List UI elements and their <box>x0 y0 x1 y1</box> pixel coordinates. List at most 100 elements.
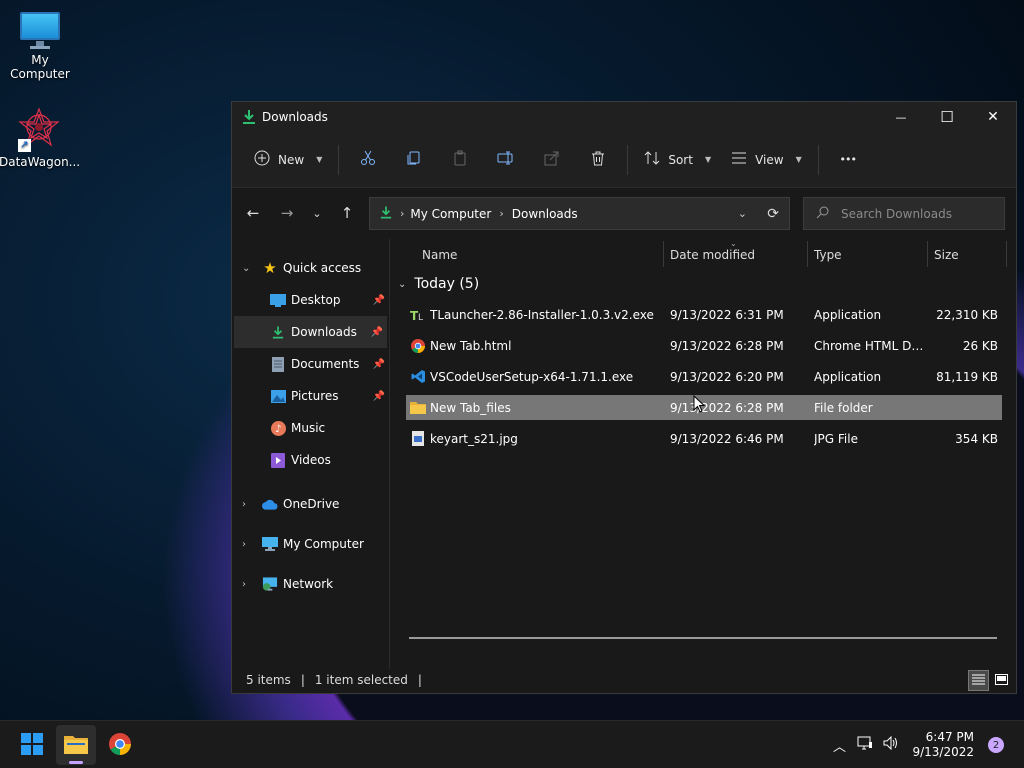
column-header-date[interactable]: Date modified <box>670 248 755 262</box>
windows-logo-icon <box>21 732 43 758</box>
maximize-button[interactable]: ☐ <box>924 102 970 132</box>
up-button[interactable]: ↑ <box>332 198 362 228</box>
taskbar-chrome[interactable] <box>100 725 140 765</box>
sidebar-item-label: OneDrive <box>283 497 340 511</box>
sidebar-item-music[interactable]: ♪ Music <box>232 412 389 444</box>
column-divider[interactable] <box>1006 241 1007 267</box>
sidebar-item-my-computer[interactable]: › My Computer <box>232 524 389 564</box>
sidebar-item-network[interactable]: › Network <box>232 564 389 604</box>
group-label: Today (5) <box>414 276 480 292</box>
chevron-down-icon: ⌄ <box>312 206 322 220</box>
column-header-type[interactable]: Type <box>814 248 842 262</box>
desktop-icon-datawagon[interactable]: ↗ DataWagon... <box>0 106 80 169</box>
status-divider: | <box>417 673 422 687</box>
search-box[interactable] <box>803 197 1005 230</box>
desktop-icon-label: My Computer <box>10 53 70 81</box>
clock[interactable]: 6:47 PM 9/13/2022 <box>912 730 974 760</box>
back-button[interactable]: ← <box>238 198 268 228</box>
paste-button[interactable] <box>437 142 483 178</box>
address-dropdown-button[interactable]: ⌄ <box>738 207 747 220</box>
view-list-icon <box>731 151 747 168</box>
new-button[interactable]: New ▼ <box>244 142 332 178</box>
notification-badge[interactable]: 2 <box>988 737 1004 753</box>
download-icon <box>242 109 256 125</box>
music-icon: ♪ <box>270 420 286 436</box>
network-status-button[interactable] <box>852 730 878 760</box>
cloud-icon <box>262 496 278 512</box>
column-header-name[interactable]: Name <box>422 248 457 262</box>
pictures-icon <box>270 388 286 404</box>
rename-button[interactable] <box>483 142 529 178</box>
file-type: Chrome HTML Do... <box>814 338 924 353</box>
navigation-row: ← → ⌄ ↑ › My Computer › Downloads ⌄ ⟳ <box>232 188 1016 238</box>
close-button[interactable]: ✕ <box>970 102 1016 132</box>
file-row[interactable]: New Tab.html 9/13/2022 6:28 PM Chrome HT… <box>406 333 1002 358</box>
view-label: View <box>755 152 784 167</box>
sidebar-item-desktop[interactable]: Desktop 📌 <box>232 284 389 316</box>
tiles-view-icon <box>995 673 1008 688</box>
minimize-icon: — <box>895 110 907 124</box>
toolbar-divider <box>627 144 629 175</box>
search-input[interactable] <box>841 206 991 221</box>
refresh-button[interactable]: ⟳ <box>767 206 779 222</box>
sidebar-item-onedrive[interactable]: › OneDrive <box>232 484 389 524</box>
sort-button[interactable]: Sort ▼ <box>634 142 721 178</box>
file-size: 26 KB <box>962 338 998 353</box>
svg-text:♪: ♪ <box>275 424 281 435</box>
file-size: 22,310 KB <box>936 307 998 322</box>
search-icon <box>816 206 829 222</box>
volume-button[interactable] <box>878 730 904 760</box>
file-row[interactable]: TL TLauncher-2.86-Installer-1.0.3.v2.exe… <box>406 302 1002 327</box>
speaker-icon <box>883 735 899 754</box>
details-view-button[interactable] <box>968 670 989 691</box>
column-divider[interactable] <box>663 241 664 267</box>
sidebar-item-label: Quick access <box>283 261 362 275</box>
view-button[interactable]: View ▼ <box>721 142 812 178</box>
computer-icon <box>262 536 278 552</box>
sidebar-item-downloads[interactable]: Downloads 📌 <box>234 316 387 348</box>
horizontal-scrollbar[interactable] <box>409 637 997 639</box>
delete-button[interactable] <box>575 142 621 178</box>
sidebar-item-quick-access[interactable]: ⌄ ★ Quick access <box>232 252 389 284</box>
sidebar-item-videos[interactable]: Videos <box>232 444 389 476</box>
breadcrumb-my-computer[interactable]: My Computer <box>410 207 491 221</box>
command-bar: New ▼ Sort ▼ View ▼ ••• <box>232 132 1016 188</box>
scissors-icon <box>360 150 376 169</box>
breadcrumb-downloads[interactable]: Downloads <box>512 207 578 221</box>
column-divider[interactable] <box>927 241 928 267</box>
tiles-view-button[interactable] <box>991 670 1012 691</box>
sidebar-item-documents[interactable]: Documents 📌 <box>232 348 389 380</box>
forward-button[interactable]: → <box>272 198 302 228</box>
breadcrumb-chevron-icon: › <box>499 207 504 220</box>
file-row[interactable]: VSCodeUserSetup-x64-1.71.1.exe 9/13/2022… <box>406 364 1002 389</box>
download-icon <box>380 205 392 223</box>
file-type: JPG File <box>814 431 858 446</box>
start-button[interactable] <box>12 725 52 765</box>
title-bar[interactable]: Downloads — ☐ ✕ <box>232 102 1016 132</box>
star-icon: ★ <box>263 259 277 277</box>
mouse-cursor-icon <box>693 395 705 413</box>
file-explorer-window: Downloads — ☐ ✕ New ▼ Sort ▼ View ▼ ••• … <box>231 101 1017 694</box>
desktop-icon-my-computer[interactable]: My Computer <box>0 10 80 81</box>
chevron-down-icon: ▼ <box>316 155 323 164</box>
file-row[interactable]: keyart_s21.jpg 9/13/2022 6:46 PM JPG Fil… <box>406 426 1002 451</box>
share-button[interactable] <box>529 142 575 178</box>
column-divider[interactable] <box>807 241 808 267</box>
recent-locations-button[interactable]: ⌄ <box>302 198 332 228</box>
group-header-today[interactable]: ⌄ Today (5) <box>398 276 479 292</box>
copy-button[interactable] <box>391 142 437 178</box>
show-hidden-icons-button[interactable]: ︿ <box>826 730 852 760</box>
address-bar[interactable]: › My Computer › Downloads ⌄ ⟳ <box>369 197 790 230</box>
cut-button[interactable] <box>345 142 391 178</box>
file-list-pane: Name Date modified ⌄ Type Size ⌄ Today (… <box>390 239 1016 669</box>
column-header-size[interactable]: Size <box>934 248 959 262</box>
folder-icon <box>410 400 426 416</box>
more-options-button[interactable]: ••• <box>825 142 871 178</box>
sidebar-item-label: Music <box>291 421 326 435</box>
chevron-up-icon: ︿ <box>832 739 846 755</box>
status-bar: 5 items | 1 item selected | <box>232 667 1016 693</box>
taskbar-file-explorer[interactable] <box>56 725 96 765</box>
minimize-button[interactable]: — <box>878 102 924 132</box>
sidebar-item-pictures[interactable]: Pictures 📌 <box>232 380 389 412</box>
file-size: 354 KB <box>955 431 998 446</box>
